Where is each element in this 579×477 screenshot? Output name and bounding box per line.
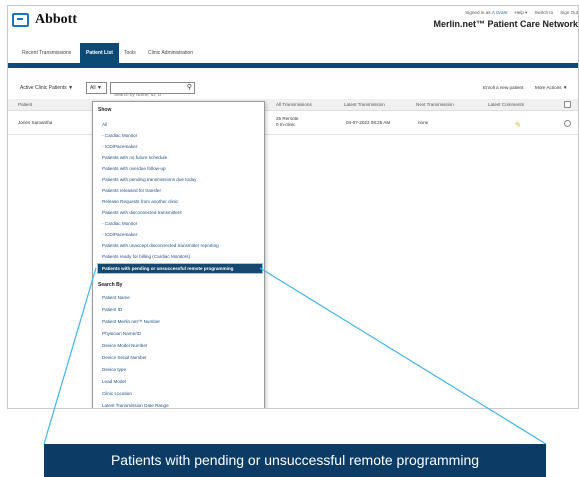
callout-connector <box>43 267 547 445</box>
callout-line-right <box>259 267 547 445</box>
callout-line-left <box>43 267 97 445</box>
callout-banner: Patients with pending or unsuccessful re… <box>44 444 546 477</box>
